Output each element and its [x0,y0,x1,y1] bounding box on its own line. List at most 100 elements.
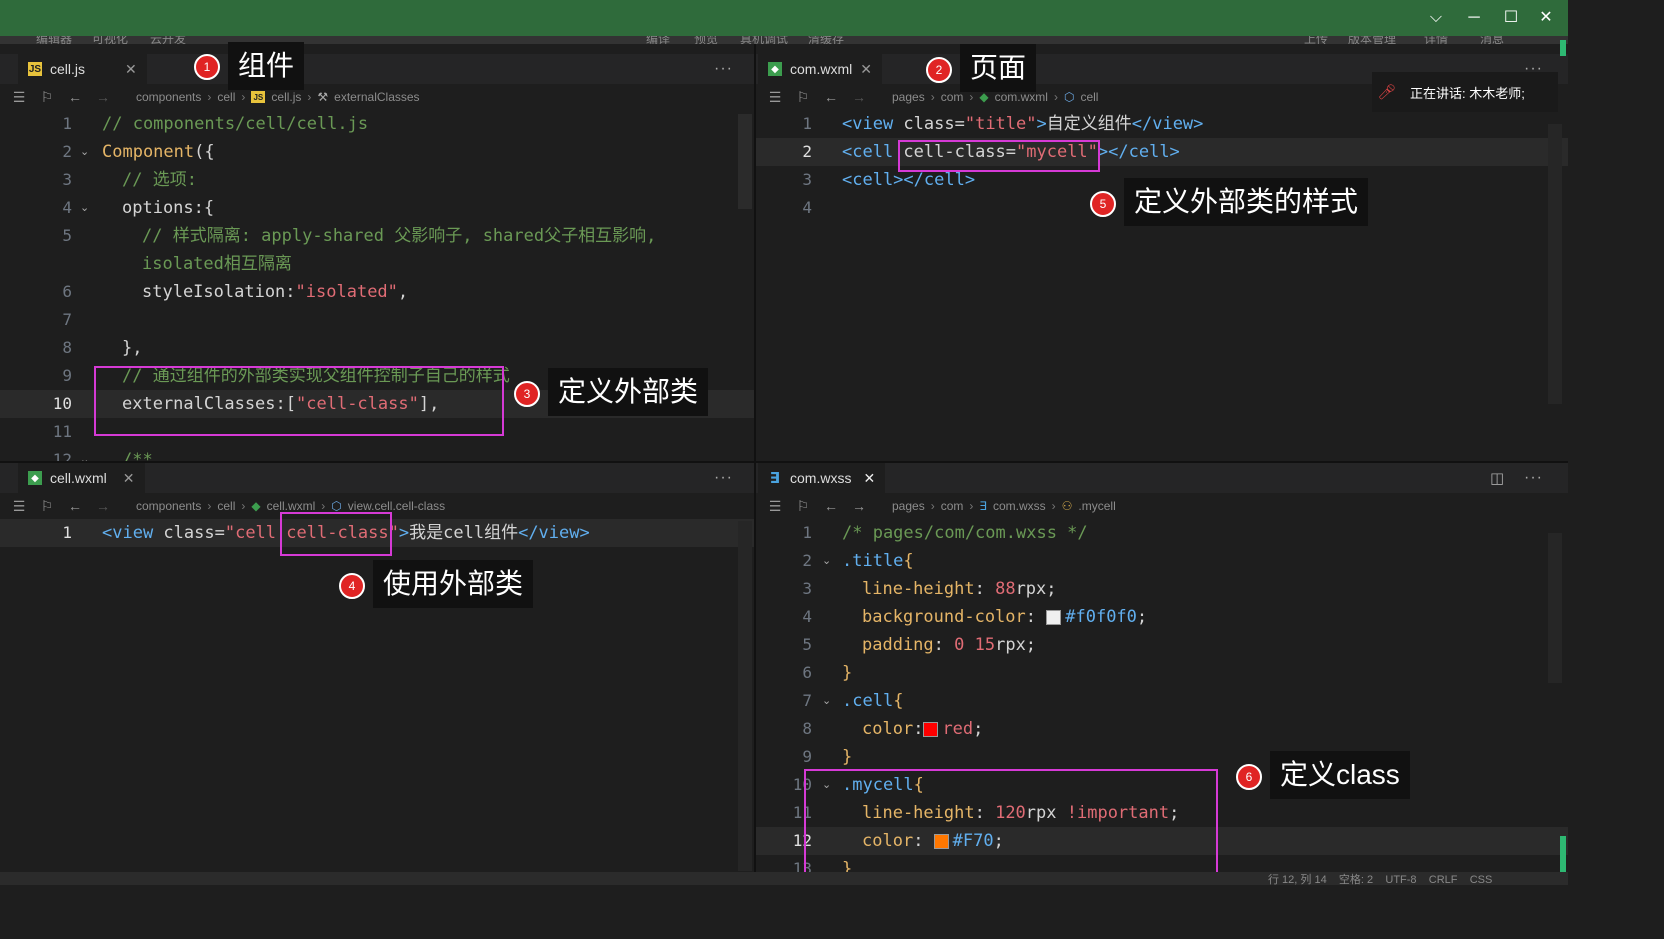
code-token: options [122,198,194,218]
code-editor[interactable]: 1 <view class="title">自定义组件</view> 2 <ce… [756,110,1568,461]
breadcrumb-item[interactable]: pages [892,499,925,513]
code-token: <cell [842,142,894,162]
toolbar-cloud[interactable]: 云开发 [150,36,186,44]
line-number: 3 [62,170,72,189]
line-number: 9 [62,366,72,385]
breadcrumb-item[interactable]: components [136,90,201,104]
outline-icon[interactable]: ☰ [766,498,784,515]
breadcrumb-item[interactable]: view.cell.cell-class [348,499,445,513]
toolbar-version[interactable]: 版本管理 [1348,36,1396,44]
close-icon[interactable]: ✕ [123,470,135,487]
outline-icon[interactable]: ☰ [10,89,28,106]
chevron-right-icon: › [307,90,312,104]
back-arrow-icon[interactable]: ← [822,498,840,514]
speaking-indicator: 🎤︎ 正在讲话: 木木老师; [1372,72,1558,112]
pane-divider[interactable] [754,44,756,885]
split-editor-icon[interactable]: ◫ [1490,469,1505,487]
tab-label: cell.js [50,61,86,77]
code-token: 自定义组件 [1046,114,1132,134]
bookmark-icon[interactable]: ⚐ [38,89,56,106]
toolbar-messages[interactable]: 消息 [1480,36,1504,44]
tab-com-wxss[interactable]: ∃ com.wxss ✕ [758,463,886,493]
back-arrow-icon[interactable]: ← [66,498,84,514]
status-text: 行 12, 列 14 空格: 2 UTF-8 CRLF CSS [1268,874,1493,886]
bookmark-icon[interactable]: ⚐ [794,89,812,106]
breadcrumb-item[interactable]: .mycell [1078,499,1115,513]
chevron-right-icon: › [969,90,974,104]
more-icon[interactable]: ··· [1524,469,1543,487]
chevron-down-icon[interactable]: ⌵ [1422,6,1450,30]
forward-arrow-icon[interactable]: → [850,498,868,514]
back-arrow-icon[interactable]: ← [822,89,840,105]
more-icon[interactable]: ··· [714,469,733,487]
close-button[interactable]: ✕ [1532,6,1560,30]
outline-icon[interactable]: ☰ [766,89,784,106]
breadcrumb-item[interactable]: com [941,499,964,513]
toolbar-details[interactable]: 详情 [1424,36,1448,44]
scrollbar[interactable] [738,114,752,209]
breadcrumb-item[interactable]: com.wxss [993,499,1046,513]
toolbar-device-debug[interactable]: 真机调试 [740,36,788,44]
forward-arrow-icon[interactable]: → [94,89,112,105]
code-token: { [903,551,914,571]
pane-divider[interactable] [0,461,1568,463]
breadcrumb-item[interactable]: cell [217,90,235,104]
line-number: 9 [802,747,812,766]
forward-arrow-icon[interactable]: → [94,498,112,514]
line-number: 7 [802,691,812,710]
toolbar-upload[interactable]: 上传 [1304,36,1328,44]
fold-chevron-icon[interactable]: ⌄ [80,194,89,222]
close-icon[interactable]: ✕ [125,61,137,78]
tab-com-wxml[interactable]: ◆ com.wxml ✕ [758,54,882,84]
more-icon[interactable]: ··· [714,60,733,78]
scrollbar[interactable] [738,521,752,871]
close-icon[interactable]: ✕ [860,61,872,78]
bookmark-icon[interactable]: ⚐ [794,498,812,515]
color-swatch[interactable] [1046,609,1062,625]
fold-chevron-icon[interactable]: ⌄ [80,138,89,166]
breadcrumb-item[interactable]: pages [892,90,925,104]
annotation-callout: 使用外部类 [373,560,534,608]
line-number: 2 [802,142,812,161]
fold-chevron-icon[interactable]: ⌄ [822,687,831,715]
back-arrow-icon[interactable]: ← [66,89,84,105]
annotation-callout: 定义外部类 [548,368,709,416]
toolbar-clear-cache[interactable]: 清缓存 [808,36,844,44]
toolbar-compile[interactable]: 编译 [646,36,670,44]
scrollbar[interactable] [1548,533,1562,683]
fold-chevron-icon[interactable]: ⌄ [822,547,831,575]
fold-chevron-icon[interactable]: ⌄ [80,446,89,461]
breadcrumb-item[interactable]: com.wxml [995,90,1048,104]
annotation-badge: 5 [1090,191,1116,217]
scrollbar[interactable] [1548,124,1562,404]
breadcrumb-item[interactable]: com [941,90,964,104]
toolbar-preview[interactable]: 预览 [694,36,718,44]
breadcrumb-item[interactable]: cell [1080,90,1098,104]
scroll-indicator [1560,40,1566,56]
line-number: 11 [52,422,72,441]
code-text: .title{ [842,547,914,575]
bookmark-icon[interactable]: ⚐ [38,498,56,515]
code-line: 8 color: red; [756,715,1568,743]
outline-icon[interactable]: ☰ [10,498,28,515]
toolbar-visual[interactable]: 可视化 [92,36,128,44]
code-line: 2 ⌄ Component({ [0,138,754,166]
minimize-button[interactable]: ─ [1460,6,1488,30]
code-token: "isolated" [295,282,398,302]
tab-cell-js[interactable]: JS cell.js ✕ [18,54,147,84]
breadcrumb-item[interactable]: cell.js [271,90,301,104]
code-token: ></cell> [1097,142,1180,162]
color-swatch[interactable] [923,721,939,737]
maximize-button[interactable]: ☐ [1497,6,1525,30]
forward-arrow-icon[interactable]: → [850,89,868,105]
breadcrumb-item[interactable]: externalClasses [334,90,419,104]
breadcrumb-item[interactable]: cell.wxml [267,499,316,513]
code-text: color: red; [862,715,983,743]
breadcrumb-item[interactable]: components [136,499,201,513]
tab-cell-wxml[interactable]: ◆ cell.wxml ✕ [18,463,145,493]
code-token: : [933,635,955,655]
toolbar-editor[interactable]: 编辑器 [36,36,72,44]
breadcrumb-item[interactable]: cell [217,499,235,513]
close-icon[interactable]: ✕ [863,470,875,487]
code-token: Component [102,142,195,162]
